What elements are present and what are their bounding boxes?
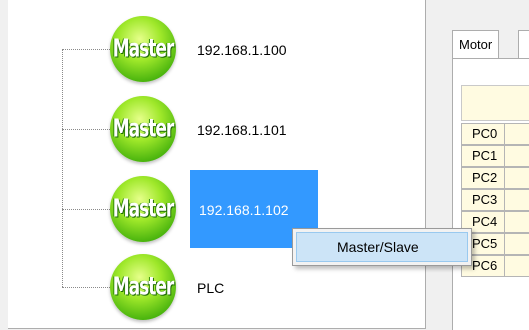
- io-table-panel: PC0 PC1 PC2 PC3 PC4 PC5 PC6: [452, 58, 529, 330]
- master-node-icon[interactable]: Master: [110, 16, 176, 82]
- master-icon-text: Master: [112, 114, 175, 144]
- master-icon-text: Master: [112, 272, 175, 302]
- pc-row-value[interactable]: [505, 211, 529, 233]
- master-node-icon[interactable]: Master: [110, 176, 176, 242]
- device-tree-panel: Master 192.168.1.100 Master 192.168.1.10…: [8, 0, 426, 329]
- pc-row-value[interactable]: [505, 233, 529, 255]
- pc-row-label: PC3: [461, 189, 505, 211]
- tree-connector: [62, 287, 116, 288]
- master-node-icon[interactable]: Master: [110, 96, 176, 162]
- plc-node-icon[interactable]: Master: [110, 254, 176, 320]
- master-icon-text: Master: [112, 194, 175, 224]
- table-header: [461, 85, 529, 121]
- menu-item-master-slave[interactable]: Master/Slave: [296, 232, 468, 262]
- tree-connector: [62, 209, 116, 210]
- pc-row-value[interactable]: [505, 189, 529, 211]
- pc-row-value[interactable]: [505, 123, 529, 145]
- pc-row-label: PC1: [461, 145, 505, 167]
- tree-node-label[interactable]: PLC: [194, 277, 227, 299]
- pc-row-label: PC0: [461, 123, 505, 145]
- pc-row-value[interactable]: [505, 255, 529, 277]
- pc-row-value[interactable]: [505, 167, 529, 189]
- pc-row-label: PC2: [461, 167, 505, 189]
- tree-node-label-selected[interactable]: 192.168.1.102: [196, 199, 292, 221]
- tree-connector-vertical: [62, 49, 63, 287]
- context-menu: Master/Slave: [292, 228, 472, 266]
- tree-connector: [62, 129, 116, 130]
- master-icon-text: Master: [112, 34, 175, 64]
- tab-next[interactable]: [518, 30, 529, 58]
- pc-row-value[interactable]: [505, 145, 529, 167]
- tree-node-label[interactable]: 192.168.1.100: [194, 39, 290, 61]
- tree-node-label[interactable]: 192.168.1.101: [194, 119, 290, 141]
- tab-motor[interactable]: Motor: [452, 30, 500, 58]
- tree-connector: [62, 49, 116, 50]
